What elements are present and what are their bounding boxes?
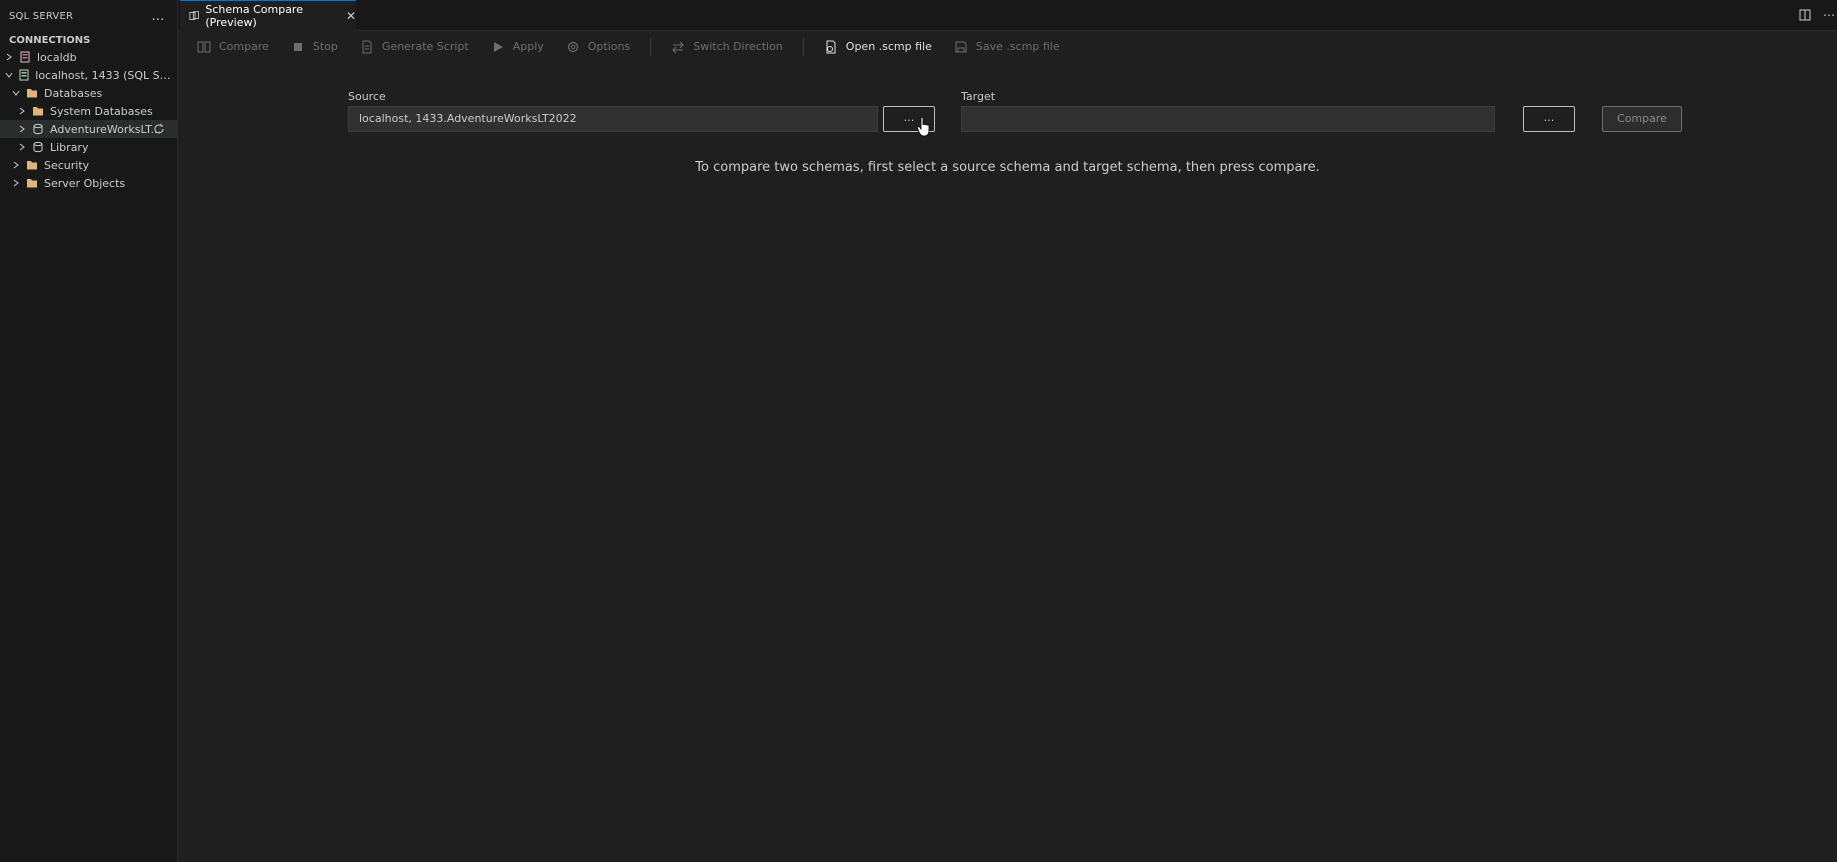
- split-editor-icon[interactable]: [1797, 7, 1813, 23]
- options-button[interactable]: Options: [566, 40, 630, 54]
- tree-item-security[interactable]: Security: [0, 156, 177, 174]
- open-scmp-label: Open .scmp file: [845, 40, 932, 53]
- folder-icon: [31, 104, 45, 118]
- compare-toolbar-button[interactable]: Compare: [197, 40, 269, 54]
- save-icon: [955, 41, 967, 52]
- tree-item-label: Server Objects: [44, 176, 126, 190]
- close-icon[interactable]: ✕: [346, 9, 356, 23]
- tree-item-localdb[interactable]: localdb: [0, 48, 177, 66]
- source-input[interactable]: localhost, 1433.AdventureWorksLT2022: [348, 106, 878, 132]
- connections-section-header[interactable]: CONNECTIONS: [0, 32, 177, 48]
- chevron-right-icon[interactable]: [16, 143, 28, 151]
- more-actions-icon[interactable]: ...: [147, 9, 169, 24]
- generate-script-label: Generate Script: [381, 40, 469, 53]
- folder-icon: [25, 158, 39, 172]
- tree-item-system-databases[interactable]: System Databases: [0, 102, 177, 120]
- stop-icon: [293, 42, 302, 51]
- apply-button[interactable]: Apply: [491, 40, 544, 54]
- tree-item-library[interactable]: Library: [0, 138, 177, 156]
- toolbar-separator: [802, 37, 804, 56]
- play-icon: [493, 41, 503, 52]
- hand-cursor-icon: [917, 117, 930, 137]
- schema-compare-icon: [189, 11, 199, 20]
- tree-item-label: Library: [50, 140, 89, 154]
- tree-item-label: System Databases: [50, 104, 153, 118]
- chevron-right-icon[interactable]: [16, 125, 28, 133]
- compare-hint-text: To compare two schemas, first select a s…: [695, 160, 1320, 175]
- script-icon: [362, 40, 372, 53]
- generate-script-button[interactable]: Generate Script: [360, 40, 469, 54]
- sidebar-header: SQL SERVER ...: [0, 0, 177, 32]
- folder-icon: [25, 86, 39, 100]
- stop-button[interactable]: Stop: [291, 40, 338, 54]
- compare-toolbar-label: Compare: [219, 40, 269, 53]
- database-icon: [31, 140, 45, 154]
- editor-actions: ⋯: [1797, 7, 1837, 23]
- tree-item-databases[interactable]: Databases: [0, 84, 177, 102]
- editor-area: Schema Compare (Preview) ✕ ⋯ Compare Sto…: [178, 0, 1837, 862]
- more-actions-icon[interactable]: ⋯: [1821, 7, 1837, 23]
- database-icon: [31, 122, 45, 136]
- sidebar-title: SQL SERVER: [9, 10, 74, 22]
- toolbar: Compare Stop Generate Script Apply Optio…: [178, 31, 1837, 62]
- server-connected-icon: [17, 68, 30, 82]
- save-scmp-button[interactable]: Save .scmp file: [954, 40, 1060, 54]
- open-file-icon: [826, 40, 836, 53]
- source-label: Source: [348, 90, 386, 103]
- chevron-down-icon[interactable]: [10, 89, 22, 97]
- target-label: Target: [961, 90, 996, 103]
- apply-label: Apply: [512, 40, 544, 53]
- tree-item-localhost[interactable]: localhost, 1433 (SQL Serv...: [0, 66, 177, 84]
- chevron-right-icon[interactable]: [16, 107, 28, 115]
- chevron-right-icon[interactable]: [3, 53, 15, 61]
- tree-item-adventureworks[interactable]: AdventureWorksLT...: [0, 120, 177, 138]
- target-input[interactable]: [961, 106, 1495, 132]
- tree-item-label: AdventureWorksLT...: [50, 122, 161, 136]
- tab-bar: Schema Compare (Preview) ✕ ⋯: [178, 0, 1837, 31]
- tree-item-label: localdb: [37, 50, 77, 64]
- target-browse-button[interactable]: ...: [1523, 106, 1575, 132]
- switch-direction-label: Switch Direction: [693, 40, 783, 53]
- gear-icon: [567, 41, 578, 52]
- chevron-right-icon[interactable]: [10, 179, 22, 187]
- compare-icon: [197, 41, 211, 52]
- open-scmp-button[interactable]: Open .scmp file: [824, 40, 932, 54]
- switch-arrows-icon: [672, 41, 684, 53]
- tree-item-server-objects[interactable]: Server Objects: [0, 174, 177, 192]
- chevron-right-icon[interactable]: [10, 161, 22, 169]
- chevron-down-icon[interactable]: [3, 71, 14, 79]
- stop-label: Stop: [312, 40, 338, 53]
- toolbar-separator: [650, 37, 652, 56]
- compare-button[interactable]: Compare: [1602, 106, 1682, 132]
- tab-schema-compare[interactable]: Schema Compare (Preview) ✕: [180, 0, 356, 31]
- tree-item-label: Security: [44, 158, 90, 172]
- tab-title: Schema Compare (Preview): [205, 3, 303, 29]
- connections-section-label: CONNECTIONS: [9, 34, 91, 46]
- sidebar: SQL SERVER ... CONNECTIONS localdb local…: [0, 0, 178, 862]
- switch-direction-button[interactable]: Switch Direction: [671, 40, 783, 54]
- save-scmp-label: Save .scmp file: [975, 40, 1060, 53]
- tree-item-label: localhost, 1433 (SQL Serv...: [35, 68, 177, 82]
- options-label: Options: [587, 40, 631, 53]
- refresh-icon[interactable]: [153, 123, 165, 135]
- folder-icon: [25, 176, 39, 190]
- server-icon: [18, 50, 32, 64]
- tree-item-label: Databases: [44, 86, 103, 100]
